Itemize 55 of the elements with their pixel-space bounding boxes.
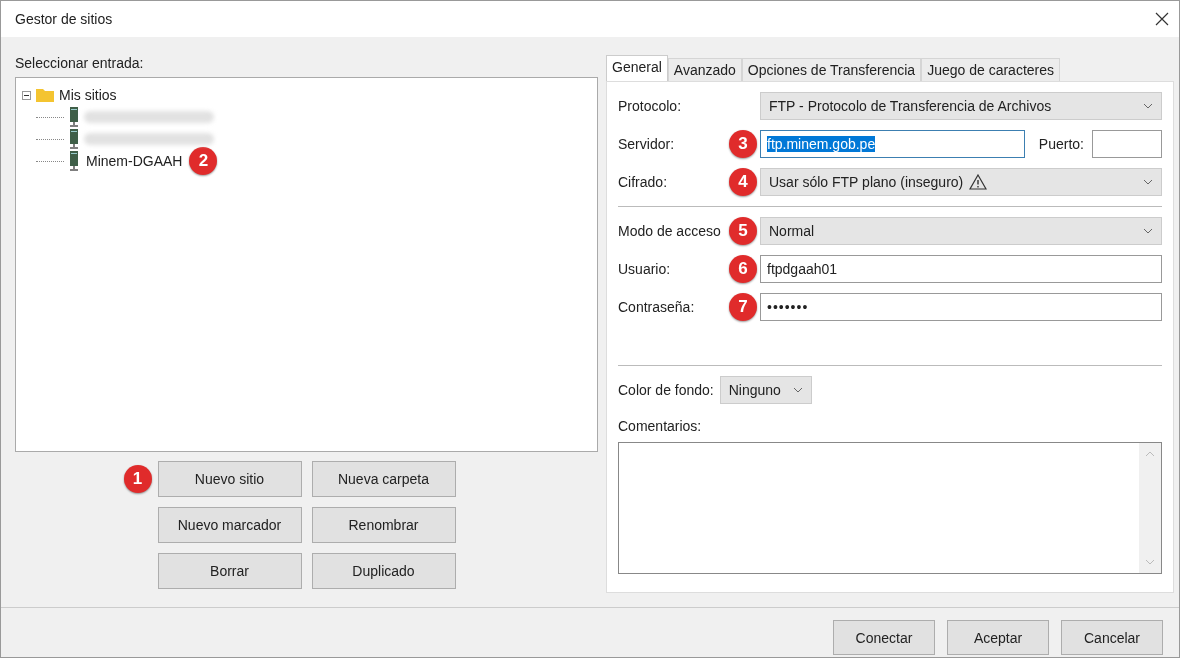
number-badge: 7 xyxy=(729,293,757,321)
field-label: Servidor: xyxy=(618,136,676,152)
chevron-up-icon[interactable] xyxy=(1145,451,1155,457)
site-button[interactable]: Nuevo marcador xyxy=(157,507,302,543)
close-icon[interactable] xyxy=(1155,12,1169,26)
field-label: Cifrado: xyxy=(618,174,669,190)
tab[interactable]: Opciones de Transferencia xyxy=(741,58,922,81)
chevron-icon xyxy=(1143,228,1153,234)
field-label: Modo de acceso xyxy=(618,223,722,239)
chevron-icon xyxy=(1143,179,1153,185)
warning-icon xyxy=(969,174,988,190)
tab[interactable]: Avanzado xyxy=(667,58,742,81)
tree-item[interactable]: Minem-DGAAH xyxy=(84,152,185,170)
dropdown[interactable]: Ninguno xyxy=(719,376,812,404)
number-badge: 6 xyxy=(729,255,757,283)
chevron-icon xyxy=(1143,103,1153,109)
number-badge: 5 xyxy=(729,217,757,245)
field-label: Protocolo: xyxy=(618,98,683,114)
chevron-icon xyxy=(792,387,803,393)
tab[interactable]: General xyxy=(606,55,668,81)
tree-item[interactable]: Mis sitios xyxy=(59,87,117,103)
server-icon xyxy=(69,151,79,171)
site-button[interactable]: Nuevo sitio xyxy=(157,461,302,497)
field-label: Puerto: xyxy=(1038,136,1084,152)
tree-label: Seleccionar entrada: xyxy=(15,55,145,71)
input-field[interactable]: ftpdgaah01 xyxy=(760,255,1162,283)
number-badge: 3 xyxy=(729,130,757,158)
input-field[interactable] xyxy=(1092,130,1162,158)
comments-field[interactable] xyxy=(618,442,1162,574)
chevron-down-icon[interactable] xyxy=(1145,559,1155,565)
input-field[interactable]: ftp.minem.gob.pe xyxy=(760,130,1025,158)
dialog-button[interactable]: Aceptar xyxy=(947,620,1049,655)
site-button[interactable]: Renombrar xyxy=(311,507,456,543)
number-badge: 2 xyxy=(189,147,218,175)
number-badge: 4 xyxy=(729,168,757,196)
field-label: Comentarios: xyxy=(618,418,703,434)
site-button[interactable]: Borrar xyxy=(157,553,302,589)
password-field[interactable]: ••••••• xyxy=(760,293,1162,321)
field-label: Contraseña: xyxy=(618,299,696,315)
dropdown[interactable]: Normal xyxy=(760,217,1162,245)
scrollbar[interactable] xyxy=(1139,443,1161,573)
server-icon xyxy=(69,107,79,127)
field-label: Color de fondo: xyxy=(618,382,714,398)
dialog-button[interactable]: Conectar xyxy=(833,620,935,655)
folder-icon xyxy=(36,88,54,102)
server-icon xyxy=(69,129,79,149)
window-title: Gestor de sitios xyxy=(15,11,113,27)
field-label: Usuario: xyxy=(618,261,672,277)
tab[interactable]: Juego de caracteres xyxy=(921,58,1060,81)
site-button[interactable]: Nueva carpeta xyxy=(311,461,456,497)
dropdown[interactable]: FTP - Protocolo de Transferencia de Archivos xyxy=(760,92,1162,120)
dropdown[interactable]: Usar sólo FTP plano (inseguro) xyxy=(760,168,1162,196)
number-badge: 1 xyxy=(123,465,152,493)
dialog-button[interactable]: Cancelar xyxy=(1061,620,1163,655)
site-button[interactable]: Duplicado xyxy=(311,553,456,589)
